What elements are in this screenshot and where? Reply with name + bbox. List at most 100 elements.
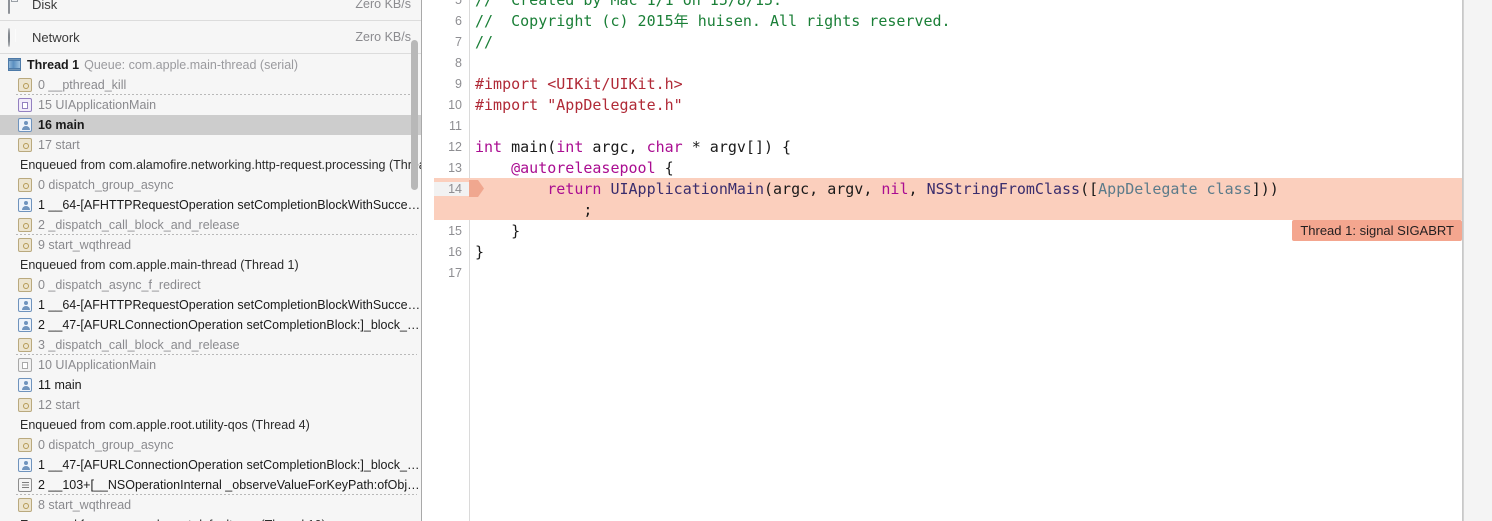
debug-navigator-panel: Disk Zero KB/s Network Zero KB/s Thread 1 Que… xyxy=(0,0,421,521)
system-frame-icon xyxy=(18,138,32,152)
stack-frame-row[interactable]: 1 __64-[AFHTTPRequestOperation setComple… xyxy=(0,295,421,315)
line-number[interactable]: 13 xyxy=(434,161,469,175)
editor-scroll-rail[interactable] xyxy=(1463,0,1492,521)
code-token: // Copyright (c) 2015年 huisen. All right… xyxy=(475,12,951,30)
code-token: NSStringFromClass xyxy=(926,179,1081,198)
user-frame-icon xyxy=(18,458,32,472)
stack-frame-label: 3 _dispatch_call_block_and_release xyxy=(38,338,240,352)
code-line[interactable]: 5 // Created by Mac 1/1 on 15/8/15. xyxy=(434,0,1492,10)
framework-frame-icon xyxy=(18,98,32,112)
framework-grey-frame-icon xyxy=(18,358,32,372)
gauge-label: Disk xyxy=(32,0,58,12)
code-text: // xyxy=(469,33,1492,51)
line-number[interactable]: 14 xyxy=(434,181,469,196)
system-frame-icon xyxy=(18,438,32,452)
error-badge-sigabrt[interactable]: Thread 1: signal SIGABRT xyxy=(1292,220,1462,241)
stack-frame-label: 10 UIApplicationMain xyxy=(38,358,157,372)
stack-frame-row[interactable]: 0 dispatch_group_async xyxy=(0,435,421,455)
code-line[interactable]: 13 @autoreleasepool { xyxy=(434,157,1492,178)
stack-frame-row[interactable]: 17 start xyxy=(0,135,421,155)
code-line[interactable]: ; xyxy=(434,199,1492,220)
user-frame-icon xyxy=(18,318,32,332)
stack-frame-row[interactable]: 10 UIApplicationMain xyxy=(0,355,421,375)
gauge-row-network[interactable]: Network Zero KB/s xyxy=(0,21,421,54)
code-line[interactable]: 11 xyxy=(434,115,1492,136)
stack-frame-row[interactable]: 2 _dispatch_call_block_and_release xyxy=(0,215,421,235)
code-token: <UIKit/UIKit.h> xyxy=(547,74,683,93)
line-number[interactable]: 7 xyxy=(434,35,469,49)
stack-frame-row[interactable]: 1 __47-[AFURLConnectionOperation setComp… xyxy=(0,455,421,475)
stack-frame-row[interactable]: 15 UIApplicationMain xyxy=(0,95,421,115)
system-frame-icon xyxy=(18,278,32,292)
code-token: @autoreleasepool xyxy=(475,158,656,177)
stack-frame-row[interactable]: 12 start xyxy=(0,395,421,415)
stack-frame-label: 0 _dispatch_async_f_redirect xyxy=(38,278,201,292)
gauge-row-disk[interactable]: Disk Zero KB/s xyxy=(0,0,421,21)
user-frame-icon xyxy=(18,118,32,132)
code-token: int xyxy=(475,137,503,156)
stack-frame-row[interactable]: 9 start_wqthread xyxy=(0,235,421,255)
code-line[interactable]: 6 // Copyright (c) 2015年 huisen. All righ… xyxy=(434,10,1492,31)
line-number[interactable]: 15 xyxy=(434,224,469,238)
line-number[interactable]: 9 xyxy=(434,77,469,91)
line-number[interactable]: 16 xyxy=(434,245,469,259)
code-text: return UIApplicationMain(argc, argv, nil… xyxy=(469,180,1492,198)
stack-frame-label: 0 dispatch_group_async xyxy=(38,438,174,452)
code-text: int main(int argc, char * argv[]) { xyxy=(469,138,1492,156)
code-text: // Created by Mac 1/1 on 15/8/15. xyxy=(469,0,1492,9)
stack-frame-label: 9 start_wqthread xyxy=(38,238,132,252)
stack-frame-label: 2 _dispatch_call_block_and_release xyxy=(38,218,240,232)
gauge-value: Zero KB/s xyxy=(355,0,411,11)
stack-frame-label: 2 __47-[AFURLConnectionOperation setComp… xyxy=(38,318,421,332)
source-code-editor[interactable]: 5 // Created by Mac 1/1 on 15/8/15. 6 // Co… xyxy=(434,0,1492,521)
stack-frame-row[interactable]: 3 _dispatch_call_block_and_release xyxy=(0,335,421,355)
disk-icon xyxy=(8,0,24,14)
code-token: ([ xyxy=(1080,179,1099,198)
code-line[interactable]: 7 // xyxy=(434,31,1492,52)
stack-frame-row[interactable]: 2 __103+[__NSOperationInternal _observeV… xyxy=(0,475,421,495)
line-number[interactable]: 5 xyxy=(434,0,469,7)
code-line[interactable]: 16} xyxy=(434,241,1492,262)
code-token: ])) xyxy=(1251,179,1279,198)
stack-frame-row[interactable]: 11 main xyxy=(0,375,421,395)
code-token: UIApplicationMain xyxy=(610,179,764,198)
system-frame-icon xyxy=(18,398,32,412)
navigator-scrollbar[interactable] xyxy=(411,0,418,521)
system-frame-icon xyxy=(18,178,32,192)
stack-frame-label: 0 dispatch_group_async xyxy=(38,178,174,192)
stack-frame-label: 1 __64-[AFHTTPRequestOperation setComple… xyxy=(38,198,421,212)
line-number[interactable]: 12 xyxy=(434,140,469,154)
navigator-scrollbar-thumb[interactable] xyxy=(411,40,418,190)
code-token: // Created by Mac 1/1 on 15/8/15. xyxy=(475,0,782,9)
line-number[interactable]: 8 xyxy=(434,56,469,70)
code-line[interactable]: 12 int main(int argc, char * argv[]) { xyxy=(434,136,1492,157)
code-token: "AppDelegate.h" xyxy=(547,95,683,114)
line-number[interactable]: 10 xyxy=(434,98,469,112)
user-frame-icon xyxy=(18,198,32,212)
stack-frame-row[interactable]: 16 main xyxy=(0,115,421,135)
stack-frame-row[interactable]: 2 __47-[AFURLConnectionOperation setComp… xyxy=(0,315,421,335)
code-token: return xyxy=(475,179,602,198)
stack-frame-row[interactable]: 0 dispatch_group_async xyxy=(0,175,421,195)
code-line[interactable]: 9 #import <UIKit/UIKit.h> xyxy=(434,73,1492,94)
stack-frame-label: 16 main xyxy=(38,118,85,132)
line-number[interactable]: 6 xyxy=(434,14,469,28)
stack-frame-row[interactable]: 1 __64-[AFHTTPRequestOperation setComple… xyxy=(0,195,421,215)
system-frame-icon xyxy=(18,498,32,512)
code-line[interactable]: 10 #import "AppDelegate.h" xyxy=(434,94,1492,115)
code-line[interactable]: 14 return UIApplicationMain(argc, argv, … xyxy=(434,178,1492,199)
code-text: ; xyxy=(469,201,1492,219)
stack-frame-label: 12 start xyxy=(38,398,80,412)
thread-header-row[interactable]: Thread 1 Queue: com.apple.main-thread (se… xyxy=(0,54,421,75)
stack-frame-row[interactable]: 8 start_wqthread xyxy=(0,495,421,515)
enqueued-from-row: Enqueued from com.alamofire.networking.h… xyxy=(20,158,421,172)
stack-frame-row[interactable]: 0 __pthread_kill xyxy=(0,75,421,95)
line-number[interactable]: 17 xyxy=(434,266,469,280)
stack-frame-row[interactable]: 0 _dispatch_async_f_redirect xyxy=(0,275,421,295)
code-line[interactable]: 8 xyxy=(434,52,1492,73)
debug-navigator-list[interactable]: Disk Zero KB/s Network Zero KB/s Thread 1 Que… xyxy=(0,0,421,521)
code-line[interactable]: 17 xyxy=(434,262,1492,283)
code-token: int xyxy=(556,137,584,156)
line-number[interactable]: 11 xyxy=(434,119,469,133)
enqueued-from-row: Enqueued from com.apple.root.default-qos… xyxy=(0,515,421,521)
